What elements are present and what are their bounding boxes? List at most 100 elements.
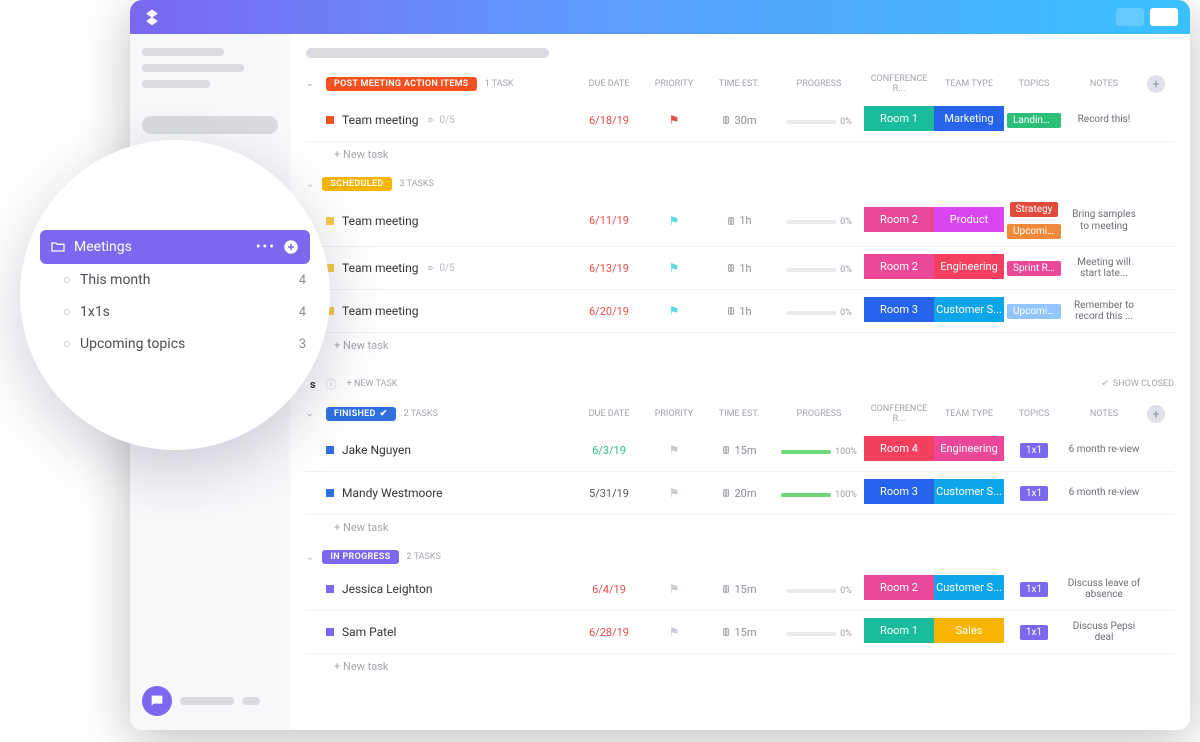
status-square-icon[interactable]	[326, 585, 334, 593]
collapse-icon[interactable]: ⌄	[306, 179, 314, 190]
topic-chip[interactable]: 1x1	[1020, 582, 1048, 597]
team-type-tag[interactable]: Engineering	[934, 436, 1004, 461]
time-estimate[interactable]: 15m	[704, 444, 774, 457]
notes-text[interactable]: Meeting will start late...	[1064, 257, 1144, 280]
progress-bar[interactable]: 0%	[786, 217, 852, 227]
sidebar-search-pill[interactable]	[142, 116, 278, 134]
notes-text[interactable]: Discuss leave of absence	[1064, 578, 1144, 601]
topic-chip[interactable]: 1x1	[1020, 486, 1048, 501]
team-type-tag[interactable]: Customer S...	[934, 479, 1004, 504]
conference-room-tag[interactable]: Room 3	[864, 479, 934, 504]
progress-bar[interactable]: 100%	[781, 490, 857, 500]
status-square-icon[interactable]	[326, 446, 334, 454]
team-type-tag[interactable]: Product	[934, 207, 1004, 232]
collapse-icon[interactable]: ⌄	[306, 409, 326, 419]
conference-room-tag[interactable]: Room 4	[864, 436, 934, 461]
priority-flag[interactable]: ⚑	[644, 214, 704, 228]
team-type-tag[interactable]: Sales	[934, 618, 1004, 643]
notes-text[interactable]: 6 month re-view	[1064, 444, 1144, 456]
status-pill[interactable]: POST MEETING ACTION ITEMS	[326, 77, 477, 91]
task-row[interactable]: Mandy Westmoore 5/31/19 ⚑ 20m 100% Room …	[306, 472, 1174, 515]
priority-flag[interactable]: ⚑	[644, 304, 704, 318]
priority-flag[interactable]: ⚑	[644, 582, 704, 596]
progress-bar[interactable]: 0%	[786, 308, 852, 318]
show-closed-toggle[interactable]: ✔SHOW CLOSED	[1101, 379, 1174, 389]
time-estimate[interactable]: 15m	[704, 583, 774, 596]
topic-chip[interactable]: Sprint R...	[1007, 261, 1061, 276]
priority-flag[interactable]: ⚑	[644, 625, 704, 639]
due-date[interactable]: 6/13/19	[574, 262, 644, 275]
status-pill[interactable]: IN PROGRESS	[322, 550, 398, 564]
conference-room-tag[interactable]: Room 3	[864, 297, 934, 322]
task-row[interactable]: Jessica Leighton 6/4/19 ⚑ 15m 0% Room 2 …	[306, 568, 1174, 611]
folder-list-item[interactable]: 1x1s 4	[40, 296, 310, 328]
priority-flag[interactable]: ⚑	[644, 486, 704, 500]
priority-flag[interactable]: ⚑	[644, 443, 704, 457]
chat-icon[interactable]	[142, 686, 172, 716]
add-column-icon[interactable]: +	[1147, 75, 1165, 93]
subtask-count[interactable]: 0/5	[426, 115, 454, 126]
notes-text[interactable]: Discuss Pepsi deal	[1064, 621, 1144, 644]
topic-chip[interactable]: Landing...	[1007, 113, 1061, 128]
conference-room-tag[interactable]: Room 2	[864, 207, 934, 232]
topic-chip[interactable]: Upcomi...	[1007, 224, 1061, 239]
status-square-icon[interactable]	[326, 116, 334, 124]
progress-bar[interactable]: 0%	[786, 586, 852, 596]
progress-bar[interactable]: 0%	[786, 117, 852, 127]
task-row[interactable]: Team meeting 0/5 6/18/19 ⚑ 30m 0% Room 1…	[306, 99, 1174, 142]
time-estimate[interactable]: 1h	[704, 214, 774, 227]
task-row[interactable]: Team meeting 0/5 6/13/19 ⚑ 1h 0% Room 2 …	[306, 247, 1174, 290]
collapse-icon[interactable]: ⌄	[306, 552, 314, 563]
time-estimate[interactable]: 30m	[704, 114, 774, 127]
status-square-icon[interactable]	[326, 217, 334, 225]
due-date[interactable]: 6/28/19	[574, 626, 644, 639]
status-square-icon[interactable]	[326, 489, 334, 497]
topic-chip[interactable]: 1x1	[1020, 443, 1048, 458]
task-row[interactable]: Team meeting 6/20/19 ⚑ 1h 0% Room 3 Cust…	[306, 290, 1174, 333]
collapse-icon[interactable]: ⌄	[306, 79, 326, 89]
team-type-tag[interactable]: Customer S...	[934, 575, 1004, 600]
due-date[interactable]: 6/20/19	[574, 305, 644, 318]
status-pill[interactable]: FINISHED ✔	[326, 407, 396, 421]
conference-room-tag[interactable]: Room 1	[864, 618, 934, 643]
status-square-icon[interactable]	[326, 628, 334, 636]
topic-chip[interactable]: 1x1	[1020, 625, 1048, 640]
team-type-tag[interactable]: Customer S...	[934, 297, 1004, 322]
task-row[interactable]: Jake Nguyen 6/3/19 ⚑ 15m 100% Room 4 Eng…	[306, 429, 1174, 472]
task-row[interactable]: Sam Patel 6/28/19 ⚑ 15m 0% Room 1 Sales …	[306, 611, 1174, 654]
new-task-button[interactable]: + New task	[306, 654, 1174, 675]
new-task-button[interactable]: + New task	[306, 515, 1174, 536]
time-estimate[interactable]: 1h	[704, 262, 774, 275]
folder-list-item[interactable]: Upcoming topics 3	[40, 328, 310, 360]
progress-bar[interactable]: 0%	[786, 629, 852, 639]
conference-room-tag[interactable]: Room 2	[864, 254, 934, 279]
team-type-tag[interactable]: Engineering	[934, 254, 1004, 279]
more-icon[interactable]: •••	[256, 239, 276, 255]
notes-text[interactable]: Bring samples to meeting	[1064, 209, 1144, 232]
priority-flag[interactable]: ⚑	[644, 113, 704, 127]
add-icon[interactable]	[282, 238, 300, 256]
time-estimate[interactable]: 20m	[704, 487, 774, 500]
notes-text[interactable]: Remember to record this ...	[1064, 300, 1144, 323]
topic-chip[interactable]: Strategy	[1010, 202, 1059, 217]
new-task-button[interactable]: + NEW TASK	[347, 379, 398, 389]
time-estimate[interactable]: 1h	[704, 305, 774, 318]
due-date[interactable]: 6/4/19	[574, 583, 644, 596]
progress-bar[interactable]: 0%	[786, 265, 852, 275]
due-date[interactable]: 5/31/19	[574, 487, 644, 500]
add-column-icon[interactable]: +	[1147, 405, 1165, 423]
notes-text[interactable]: 6 month re-view	[1064, 487, 1144, 499]
new-task-button[interactable]: + New task	[306, 333, 1174, 354]
topbar-button-a[interactable]	[1116, 8, 1144, 26]
subtask-count[interactable]: 0/5	[426, 263, 454, 274]
topic-chip[interactable]: Upcomi...	[1007, 304, 1061, 319]
due-date[interactable]: 6/11/19	[574, 214, 644, 227]
progress-bar[interactable]: 100%	[781, 447, 857, 457]
chat-launcher[interactable]	[142, 686, 278, 716]
conference-room-tag[interactable]: Room 1	[864, 106, 934, 131]
notes-text[interactable]: Record this!	[1064, 114, 1144, 126]
task-row[interactable]: Team meeting 6/11/19 ⚑ 1h 0% Room 2 Prod…	[306, 195, 1174, 247]
time-estimate[interactable]: 15m	[704, 626, 774, 639]
new-task-button[interactable]: + New task	[306, 142, 1174, 163]
conference-room-tag[interactable]: Room 2	[864, 575, 934, 600]
